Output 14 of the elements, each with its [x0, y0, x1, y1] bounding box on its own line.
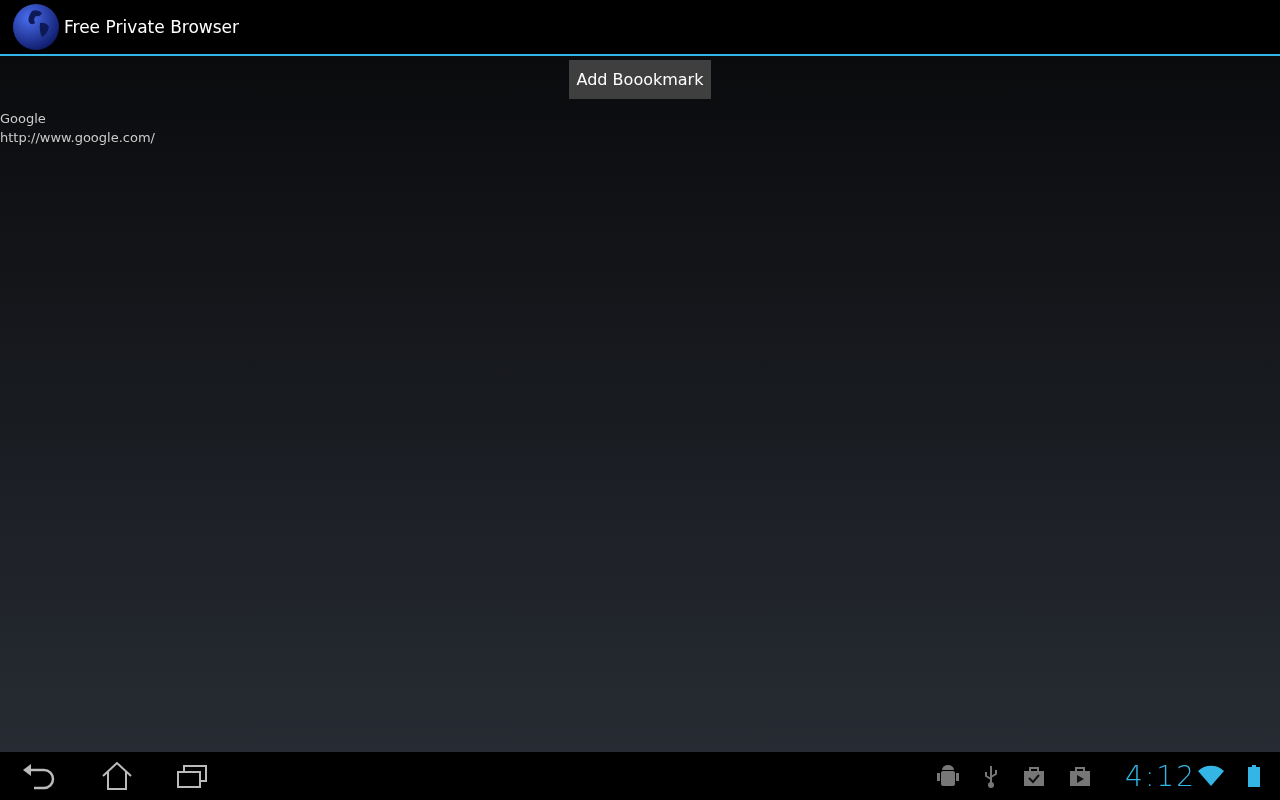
usb-icon[interactable]	[983, 764, 1000, 788]
clock-time[interactable]: 4:12	[1125, 759, 1196, 793]
app-title: Free Private Browser	[64, 17, 240, 37]
shopping-bag-check-icon[interactable]	[1023, 765, 1046, 787]
wifi-icon[interactable]	[1198, 765, 1224, 787]
battery-icon[interactable]	[1248, 765, 1260, 787]
recent-apps-icon[interactable]	[176, 763, 208, 789]
bookmark-url[interactable]: http://www.google.com/	[0, 128, 1280, 147]
globe-icon	[12, 3, 60, 51]
bookmark-title[interactable]: Google	[0, 109, 1280, 128]
add-bookmark-button[interactable]: Add Boookmark	[568, 60, 712, 99]
home-icon[interactable]	[100, 761, 134, 791]
shopping-bag-play-icon[interactable]	[1069, 765, 1092, 787]
android-icon[interactable]	[937, 764, 960, 788]
